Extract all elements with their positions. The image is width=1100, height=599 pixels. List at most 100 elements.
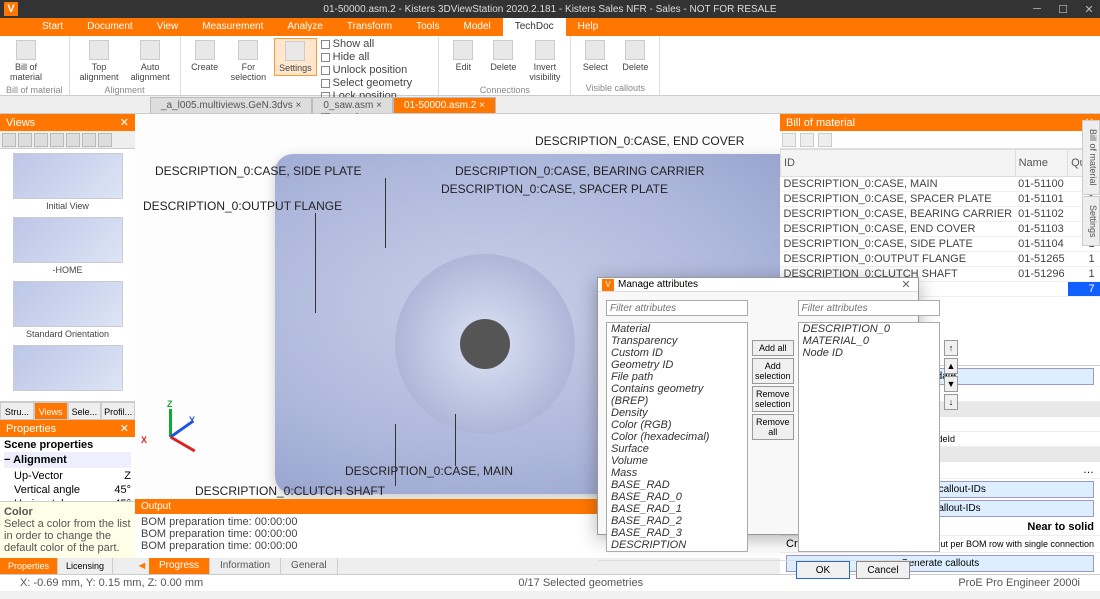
maximize-button[interactable]: ☐	[1054, 3, 1072, 16]
bom-col-header[interactable]: ID	[781, 150, 1016, 177]
views-tb-3[interactable]	[34, 133, 48, 147]
remove-all-button[interactable]: Remove all	[752, 414, 794, 440]
ribbon-btn[interactable]: Bill ofmaterial	[6, 38, 46, 84]
menu-view[interactable]: View	[145, 18, 191, 36]
ribbon-btn[interactable]: Forselection	[227, 38, 271, 84]
list-item[interactable]: Surface	[607, 443, 747, 455]
list-item[interactable]: DESCRIPTION_0	[799, 323, 939, 335]
list-item[interactable]: Material	[607, 323, 747, 335]
list-item[interactable]: Node ID	[799, 347, 939, 359]
list-item[interactable]: BASE_RAD_3	[607, 527, 747, 539]
callout-output-flange[interactable]: DESCRIPTION_0:OUTPUT FLANGE	[143, 199, 342, 213]
list-item[interactable]: File path	[607, 371, 747, 383]
properties-panel-close-icon[interactable]: ✕	[120, 422, 129, 435]
menu-techdoc[interactable]: TechDoc	[503, 18, 566, 36]
ok-button[interactable]: OK	[796, 561, 850, 579]
filter-available-input[interactable]	[606, 300, 748, 316]
attributes-more-icon[interactable]: …	[1083, 464, 1094, 476]
side-tab[interactable]: Bill of material	[1082, 120, 1100, 195]
ribbon-btn[interactable]: Delete	[617, 38, 653, 74]
views-tb-5[interactable]	[66, 133, 80, 147]
ribbon-option[interactable]: Unlock position	[321, 64, 433, 76]
views-tb-7[interactable]	[98, 133, 112, 147]
list-item[interactable]: BASE_RAD_1	[607, 503, 747, 515]
prop-row[interactable]: Vertical angle45°	[4, 483, 131, 497]
add-selection-button[interactable]: Add selection	[752, 358, 794, 384]
table-row[interactable]: DESCRIPTION_0:CASE, SPACER PLATE01-51101…	[781, 192, 1100, 207]
ribbon-btn[interactable]: Delete	[485, 38, 521, 74]
bom-tb-1[interactable]	[782, 133, 796, 147]
ribbon-btn[interactable]: Settings	[274, 38, 317, 76]
list-item[interactable]: Mass	[607, 467, 747, 479]
views-tb-1[interactable]	[2, 133, 16, 147]
doc-tab[interactable]: _a_l005.multiviews.GeN.3dvs ×	[150, 97, 312, 113]
table-row[interactable]: DESCRIPTION_0:CASE, END COVER01-511031CA…	[781, 222, 1100, 237]
bom-tb-3[interactable]	[818, 133, 832, 147]
doc-tab[interactable]: 01-50000.asm.2 ×	[393, 97, 496, 113]
list-item[interactable]: Density	[607, 407, 747, 419]
reorder-button[interactable]: ↓	[944, 394, 959, 410]
ribbon-btn[interactable]: Autoalignment	[127, 38, 174, 84]
list-item[interactable]: BASE_RAD	[607, 479, 747, 491]
list-item[interactable]: Color (hexadecimal)	[607, 431, 747, 443]
ribbon-btn[interactable]: Edit	[445, 38, 481, 74]
view-thumb[interactable]: -HOME	[4, 217, 131, 275]
ribbon-option[interactable]: Hide all	[321, 51, 433, 63]
list-item[interactable]: Geometry ID	[607, 359, 747, 371]
views-tb-4[interactable]	[50, 133, 64, 147]
menu-tools[interactable]: Tools	[404, 18, 451, 36]
doc-tab[interactable]: 0_saw.asm ×	[312, 97, 393, 113]
table-row[interactable]: DESCRIPTION_0:OUTPUT FLANGE01-512651OUTP…	[781, 252, 1100, 267]
menu-measurement[interactable]: Measurement	[190, 18, 275, 36]
ribbon-btn[interactable]: Select	[577, 38, 613, 74]
add-all-button[interactable]: Add all	[752, 340, 794, 356]
ribbon-option[interactable]: Show all	[321, 38, 433, 50]
menu-analyze[interactable]: Analyze	[275, 18, 335, 36]
callout-side-plate[interactable]: DESCRIPTION_0:CASE, SIDE PLATE	[155, 164, 362, 178]
minimize-button[interactable]: ─	[1028, 3, 1046, 16]
remove-selection-button[interactable]: Remove selection	[752, 386, 794, 412]
list-item[interactable]: BASE_RAD_2	[607, 515, 747, 527]
list-item[interactable]: Color (RGB)	[607, 419, 747, 431]
center-bottom-tab[interactable]: General	[281, 558, 338, 574]
callout-case-main[interactable]: DESCRIPTION_0:CASE, MAIN	[345, 464, 513, 478]
views-tb-2[interactable]	[18, 133, 32, 147]
selected-attrs-list[interactable]: DESCRIPTION_0MATERIAL_0Node ID	[798, 322, 940, 552]
callout-bearing-carrier[interactable]: DESCRIPTION_0:CASE, BEARING CARRIER	[455, 164, 704, 178]
cancel-button[interactable]: Cancel	[856, 561, 910, 579]
list-item[interactable]: Transparency	[607, 335, 747, 347]
tab-scroll-left-icon[interactable]: ◄	[135, 560, 149, 572]
ribbon-btn[interactable]: Create	[187, 38, 223, 74]
menu-help[interactable]: Help	[566, 18, 611, 36]
callout-spacer-plate[interactable]: DESCRIPTION_0:CASE, SPACER PLATE	[441, 182, 668, 196]
list-item[interactable]: Volume	[607, 455, 747, 467]
menu-transform[interactable]: Transform	[335, 18, 404, 36]
view-thumb[interactable]	[4, 345, 131, 391]
views-panel-close-icon[interactable]: ✕	[120, 116, 129, 129]
views-tb-6[interactable]	[82, 133, 96, 147]
center-bottom-tab[interactable]: Information	[210, 558, 281, 574]
reorder-button[interactable]: ↑	[944, 340, 959, 356]
menu-start[interactable]: Start	[30, 18, 75, 36]
available-attrs-list[interactable]: MaterialTransparencyCustom IDGeometry ID…	[606, 322, 748, 552]
reorder-button[interactable]: ▲	[944, 358, 959, 374]
side-tab[interactable]: Settings	[1082, 196, 1100, 247]
close-button[interactable]: ✕	[1080, 3, 1098, 16]
near-to-solid-value[interactable]: Near to solid	[1027, 521, 1094, 533]
table-row[interactable]: DESCRIPTION_0:CASE, BEARING CARRIER01-51…	[781, 207, 1100, 222]
left-tab[interactable]: Views	[34, 402, 68, 420]
left-tab[interactable]: Sele...	[68, 402, 102, 420]
menu-document[interactable]: Document	[75, 18, 145, 36]
callout-clutch-shaft[interactable]: DESCRIPTION_0:CLUTCH SHAFT	[195, 484, 385, 498]
filter-selected-input[interactable]	[798, 300, 940, 316]
menu-model[interactable]: Model	[451, 18, 502, 36]
list-item[interactable]: Contains geometry (BREP)	[607, 383, 747, 407]
callout-end-cover[interactable]: DESCRIPTION_0:CASE, END COVER	[535, 134, 744, 148]
ribbon-option[interactable]: Select geometry	[321, 77, 433, 89]
view-thumb[interactable]: Standard Orientation	[4, 281, 131, 339]
list-item[interactable]: BASE_RAD_0	[607, 491, 747, 503]
list-item[interactable]: DESCRIPTION	[607, 539, 747, 551]
table-row[interactable]: DESCRIPTION_0:CASE, MAIN01-511001CASE, M…	[781, 177, 1100, 192]
list-item[interactable]: MATERIAL_0	[799, 335, 939, 347]
reorder-button[interactable]: ▼	[944, 376, 959, 392]
